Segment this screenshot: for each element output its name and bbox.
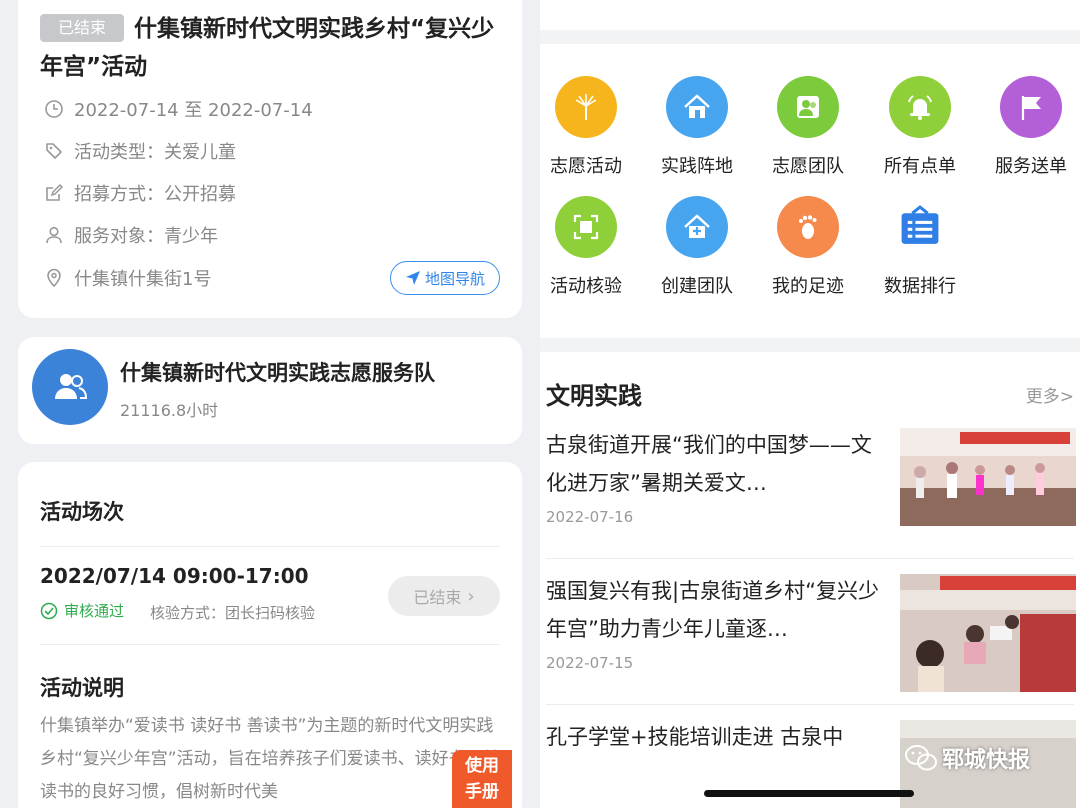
house-icon [666, 76, 728, 138]
audit-status: 审核通过 [40, 600, 124, 621]
service-target: 服务对象：青少年 [74, 226, 218, 247]
session-ended-button[interactable]: 已结束 › [388, 576, 500, 616]
grid-item-volunteer-team[interactable]: 志愿团队 [754, 76, 862, 178]
manual-line2: 手册 [465, 782, 499, 802]
bell-icon [889, 76, 951, 138]
grid-label: 志愿活动 [550, 156, 622, 177]
divider [546, 558, 1074, 559]
team-avatar [32, 349, 108, 425]
type-row: 活动类型：关爱儿童 [44, 136, 236, 166]
divider [40, 546, 500, 547]
session-card: 活动场次 2022/07/14 09:00-17:00 审核通过 核验方式：团长… [18, 462, 522, 808]
home-indicator[interactable] [704, 790, 914, 797]
team-hours: 21116.8小时 [120, 401, 219, 420]
navigation-arrow-icon [405, 271, 420, 285]
recruit-method: 招募方式：公开招募 [74, 184, 236, 205]
news-item[interactable]: 强国复兴有我|古泉街道乡村“复兴少年宫”助力青少年儿童逐… 2022-07-15 [546, 572, 1076, 692]
map-navigation-button[interactable]: 地图导航 [389, 261, 500, 295]
user-icon [44, 225, 64, 245]
grid-label: 志愿团队 [772, 156, 844, 177]
activity-detail-pane: 已结束 什集镇新时代文明实践乡村“复兴少年宫”活动 2022-07-14 至 2… [0, 0, 540, 808]
grid-label: 所有点单 [884, 156, 956, 177]
grid-label: 创建团队 [661, 276, 733, 297]
news-title: 孔子学堂+技能培训走进 古泉中 [546, 725, 844, 749]
flag-icon [1000, 76, 1062, 138]
address-row: 什集镇什集街1号 [44, 263, 211, 293]
news-section-title: 文明实践 [546, 382, 642, 410]
footprint-icon [777, 196, 839, 258]
sessions-title: 活动场次 [40, 500, 124, 524]
news-date: 2022-07-16 [546, 508, 634, 526]
grid-item-create-team[interactable]: 创建团队 [643, 196, 751, 298]
team-icon [55, 374, 88, 399]
audit-status-label: 审核通过 [64, 602, 125, 620]
divider [546, 704, 1074, 705]
tag-icon [44, 141, 64, 161]
grid-label: 服务送单 [995, 156, 1067, 177]
user-manual-button[interactable]: 使用 手册 [452, 750, 512, 808]
grid-label: 实践阵地 [661, 156, 733, 177]
manual-line1: 使用 [465, 756, 499, 776]
news-thumbnail [900, 428, 1076, 526]
feature-grid: 志愿活动 实践阵地 志愿团队 所有点单 服务送单 活动核验 创建团队 我的足迹 … [540, 44, 1080, 338]
team-card[interactable]: 什集镇新时代文明实践志愿服务队 21116.8小时 [18, 337, 522, 444]
news-date: 2022-07-15 [546, 654, 634, 672]
house-plus-icon [666, 196, 728, 258]
description-text: 什集镇举办“爱读书 读好书 善读书”为主题的新时代文明实践乡村“复兴少年宫”活动… [40, 716, 500, 802]
grid-label: 数据排行 [884, 276, 956, 297]
clock-icon [44, 99, 64, 119]
edit-icon [44, 183, 64, 203]
date-row: 2022-07-14 至 2022-07-14 [44, 94, 313, 124]
team-icon [777, 76, 839, 138]
grid-item-practice-base[interactable]: 实践阵地 [643, 76, 751, 178]
activity-date: 2022-07-14 至 2022-07-14 [74, 100, 313, 121]
grid-item-all-orders[interactable]: 所有点单 [866, 76, 974, 178]
activity-info-card: 已结束 什集镇新时代文明实践乡村“复兴少年宫”活动 2022-07-14 至 2… [18, 0, 522, 318]
wechat-icon [905, 745, 937, 771]
home-pane: 志愿活动 实践阵地 志愿团队 所有点单 服务送单 活动核验 创建团队 我的足迹 … [540, 0, 1080, 808]
grid-item-my-footprint[interactable]: 我的足迹 [754, 196, 862, 298]
grid-label: 活动核验 [550, 276, 622, 297]
chevron-right-icon: › [467, 585, 475, 607]
grid-item-data-ranking[interactable]: 数据排行 [866, 196, 974, 298]
top-strip [540, 0, 1080, 30]
verify-method: 核验方式：团长扫码核验 [150, 604, 316, 622]
check-circle-icon [40, 602, 58, 619]
news-section: 文明实践 更多> 古泉街道开展“我们的中国梦——文化进万家”暑期关爱文… 202… [540, 352, 1080, 808]
scan-icon [555, 196, 617, 258]
activity-title: 什集镇新时代文明实践乡村“复兴少年宫”活动 [40, 16, 495, 80]
location-pin-icon [44, 268, 64, 288]
divider [40, 644, 500, 645]
grid-item-volunteer-activity[interactable]: 志愿活动 [540, 76, 640, 178]
recruit-row: 招募方式：公开招募 [44, 178, 236, 208]
news-more-link[interactable]: 更多> [1026, 382, 1074, 407]
grid-item-activity-verify[interactable]: 活动核验 [540, 196, 640, 298]
grid-label: 我的足迹 [772, 276, 844, 297]
target-row: 服务对象：青少年 [44, 220, 218, 250]
team-name: 什集镇新时代文明实践志愿服务队 [120, 361, 435, 385]
news-item[interactable]: 古泉街道开展“我们的中国梦——文化进万家”暑期关爱文… 2022-07-16 [546, 426, 1076, 536]
grid-item-service-delivery[interactable]: 服务送单 [977, 76, 1080, 178]
watermark-text: 郓城快报 [942, 748, 1031, 773]
news-title: 古泉街道开展“我们的中国梦——文化进万家”暑期关爱文… [546, 433, 872, 495]
session-time: 2022/07/14 09:00-17:00 [40, 564, 309, 588]
watermark: 郓城快报 [904, 742, 1030, 774]
news-thumbnail [900, 574, 1076, 692]
list-board-icon [889, 196, 951, 258]
session-ended-label: 已结束 [413, 588, 462, 607]
news-title: 强国复兴有我|古泉街道乡村“复兴少年宫”助力青少年儿童逐… [546, 579, 879, 641]
palm-tree-icon [555, 76, 617, 138]
activity-address: 什集镇什集街1号 [74, 269, 212, 290]
map-navigation-label: 地图导航 [424, 269, 485, 288]
description-title: 活动说明 [40, 676, 124, 700]
activity-type: 活动类型：关爱儿童 [74, 142, 236, 163]
